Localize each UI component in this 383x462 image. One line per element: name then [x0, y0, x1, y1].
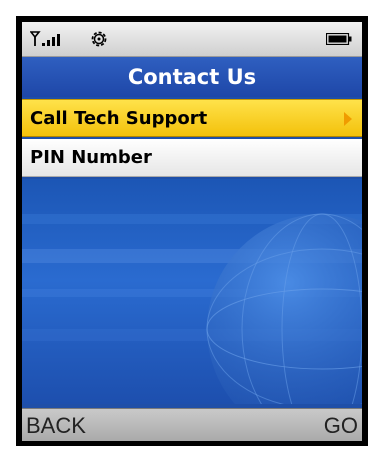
phone-frame: Contact Us Call Tech Support PIN Number: [16, 16, 368, 446]
battery-icon: [326, 33, 352, 45]
back-softkey[interactable]: BACK: [26, 413, 86, 439]
go-softkey[interactable]: GO: [324, 413, 358, 439]
signal-strength-icon: [30, 31, 60, 46]
menu-item-label: PIN Number: [30, 147, 152, 168]
wallpaper-background: [22, 179, 362, 404]
phone-screen: Contact Us Call Tech Support PIN Number: [22, 22, 362, 441]
page-title: Contact Us: [22, 57, 362, 97]
chevron-right-icon: [344, 112, 352, 126]
menu-item-pin-number[interactable]: PIN Number: [22, 139, 362, 177]
gear-icon: [91, 31, 107, 47]
menu-item-call-tech-support[interactable]: Call Tech Support: [22, 99, 362, 137]
globe-wallpaper-image: [22, 213, 362, 404]
softkey-bar: BACK GO: [22, 408, 362, 441]
menu-item-label: Call Tech Support: [30, 108, 208, 129]
status-bar: [22, 22, 362, 57]
